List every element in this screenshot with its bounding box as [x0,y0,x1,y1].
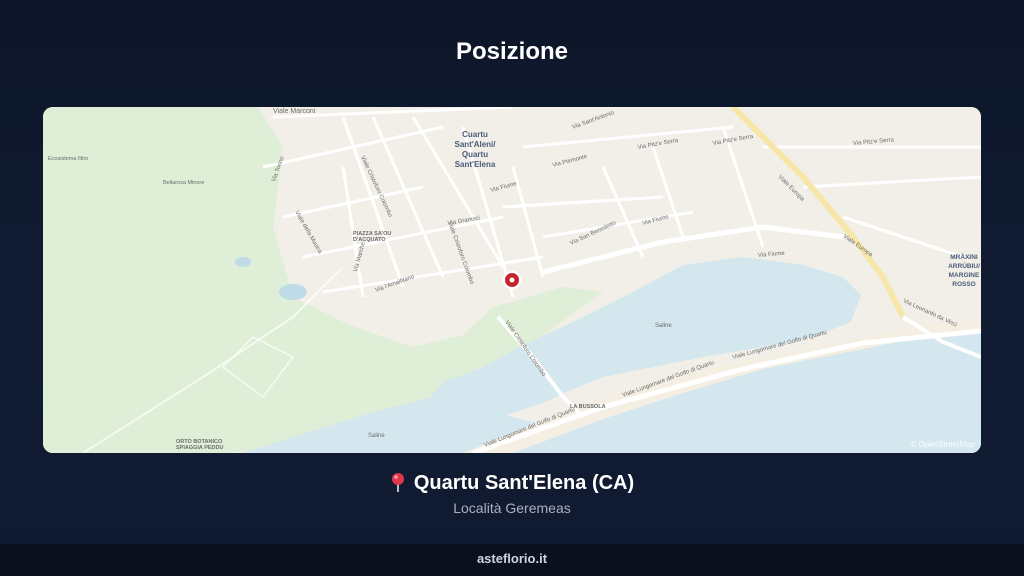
location-marker[interactable] [503,271,521,289]
location-heading: Quartu Sant'Elena (CA) [0,472,1024,498]
footer: asteflorio.it [0,544,1024,576]
label-city-3: Quartu [462,150,488,159]
page-title: Posizione [455,38,569,65]
footer-site[interactable]: asteflorio.it [477,551,547,566]
label-marconi: Viale Marconi [273,108,316,115]
label-saline-2: Saline [368,433,385,439]
label-piazza-2: D'ACQUATO [353,237,386,243]
label-mraxini-2: ARRÙBIU/ [948,261,980,270]
pond-1 [279,284,307,300]
label-mraxini-1: MRÀXINI [950,252,978,261]
location-locality: Località Geremeas [453,500,571,516]
label-bussola: LA BUSSOLA [570,404,606,410]
label-bellarosa: Bellarosa Minore [163,180,204,186]
label-ecosistema: Ecosistema filtro [48,156,88,162]
label-saline-1: Saline [655,323,672,329]
map-canvas[interactable]: Viale Marconi Cuartu Sant'Aleni/ Quartu … [43,107,981,453]
pond-2 [235,257,251,267]
location-marker-center [509,277,515,283]
label-city-1: Cuartu [462,130,488,139]
label-mraxini-4: ROSSO [952,281,975,288]
map-view[interactable]: Viale Marconi Cuartu Sant'Aleni/ Quartu … [43,107,981,453]
label-mraxini-3: MARGINE [949,272,980,279]
label-city-2: Sant'Aleni/ [454,140,496,149]
pushpin-icon [390,472,406,498]
map-attribution[interactable]: © OpenStreetMap [910,440,975,449]
label-orto-2: SPIAGGIA PEDDU [176,445,223,451]
label-city-4: Sant'Elena [455,160,496,169]
location-name: Quartu Sant'Elena (CA) [413,472,635,494]
